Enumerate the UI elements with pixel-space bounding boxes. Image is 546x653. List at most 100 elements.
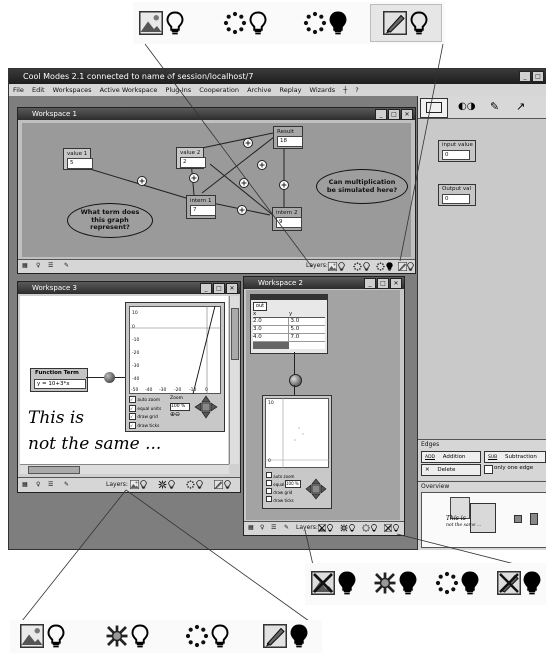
pen-icon[interactable] <box>384 524 392 532</box>
function-term-node[interactable]: Function Term y = 10+3*x <box>30 368 88 392</box>
bulb-off-icon[interactable] <box>196 480 203 489</box>
zoom-field[interactable]: 100 % <box>170 403 190 411</box>
note-icon[interactable]: ✎ <box>490 100 499 113</box>
menu-wizards[interactable]: Wizards <box>310 86 336 94</box>
pen-icon[interactable]: ✎ <box>64 479 69 491</box>
menu-active-workspace[interactable]: Active Workspace <box>100 86 158 94</box>
pan-control-icon[interactable] <box>305 478 327 500</box>
menu-cooperation[interactable]: Cooperation <box>199 86 239 94</box>
intern-2-node[interactable]: intern 2 9 <box>272 207 302 231</box>
bulb-off-icon[interactable] <box>327 524 333 532</box>
output-port[interactable] <box>289 374 302 387</box>
input-value-node[interactable]: input value 0 <box>438 140 476 162</box>
bulb-off-icon[interactable] <box>371 524 377 532</box>
bulb-icon[interactable]: ♀ <box>36 479 40 491</box>
scrollbar-thumb[interactable] <box>231 308 239 360</box>
output-value-node[interactable]: Output val 0 <box>438 184 476 206</box>
value-1-node[interactable]: value 1 5 <box>63 148 93 170</box>
intern-1-node[interactable]: intern 1 7 <box>186 195 216 219</box>
vertical-scrollbar[interactable] <box>229 296 239 464</box>
xs-icon[interactable] <box>158 480 167 489</box>
image-icon[interactable] <box>130 480 139 489</box>
workspace-3-canvas[interactable]: Function Term y = 10+3*x 10 0 -10 -20 -3… <box>20 296 228 464</box>
workspace-1-titlebar[interactable]: Workspace 1 _ □ ✕ <box>18 108 415 120</box>
equal-units-checkbox[interactable]: ✓ equal units <box>129 404 169 414</box>
subtraction-button[interactable]: SUB Subtraction <box>484 451 546 463</box>
bulb-icon[interactable]: ♀ <box>36 260 40 272</box>
maximize-button[interactable]: □ <box>388 109 400 120</box>
horizontal-scrollbar[interactable] <box>20 464 229 474</box>
maximize-button[interactable]: □ <box>213 283 225 294</box>
overview-canvas[interactable]: This is not the same ... <box>421 492 546 548</box>
overview-viewport[interactable] <box>470 503 496 533</box>
function-term-field[interactable]: y = 10+3*x <box>34 379 86 389</box>
bulb-off-icon[interactable] <box>393 524 399 532</box>
pen-icon[interactable] <box>398 262 407 271</box>
value-table[interactable]: out x y 2.0 3.0 3.0 5.0 4.0 7.0 <box>250 294 328 354</box>
table-row[interactable]: 4.0 7.0 <box>253 334 325 342</box>
close-button[interactable]: ✕ <box>401 109 413 120</box>
workspace-1-canvas[interactable]: value 1 5 value 2 2 Result 18 intern 1 7… <box>22 123 411 257</box>
workspace-2-canvas[interactable]: out x y 2.0 3.0 3.0 5.0 4.0 7.0 10 0 aut… <box>246 290 400 520</box>
pen-icon[interactable] <box>214 480 223 489</box>
question-bubble-multiplication[interactable]: Can multiplication be simulated here? <box>316 169 408 204</box>
draw-ticks-checkbox[interactable]: draw ticks <box>266 496 300 504</box>
bulb-off-icon[interactable] <box>140 480 147 489</box>
auto-zoom-checkbox[interactable]: auto zoom <box>266 472 300 480</box>
pen-icon[interactable]: ✎ <box>64 260 69 272</box>
table-plot-frame[interactable]: 10 0 auto zoom equal units draw grid dra… <box>262 395 332 509</box>
draw-grid-checkbox[interactable]: draw grid <box>266 488 300 496</box>
auto-zoom-checkbox[interactable]: ✓ auto zoom <box>129 396 169 405</box>
menu-workspaces[interactable]: Workspaces <box>53 86 92 94</box>
minimize-button[interactable]: _ <box>519 71 531 82</box>
minimize-button[interactable]: _ <box>375 109 387 120</box>
workspace-2-titlebar[interactable]: Workspace 2 _ □ ✕ <box>244 277 404 289</box>
bulb-icon[interactable]: ♀ <box>260 522 264 534</box>
image-icon[interactable] <box>328 262 337 271</box>
minimize-button[interactable]: _ <box>364 278 376 289</box>
graph-tool-icon[interactable] <box>426 102 442 113</box>
dots-icon[interactable] <box>376 262 385 271</box>
menu-archive[interactable]: Archive <box>247 86 271 94</box>
scrollbar-thumb[interactable] <box>28 466 80 474</box>
grid-icon[interactable]: ▦ <box>248 522 254 534</box>
dots-icon[interactable] <box>362 524 370 532</box>
question-bubble-term[interactable]: What term does this graph represent? <box>67 203 153 238</box>
maximize-button[interactable]: □ <box>532 71 544 82</box>
grid-icon[interactable]: ▦ <box>22 260 28 272</box>
bulb-off-icon[interactable] <box>338 262 345 271</box>
image-icon[interactable] <box>318 524 326 532</box>
grid-icon[interactable]: ▦ <box>22 479 28 491</box>
bulb-off-icon[interactable] <box>168 480 175 489</box>
table-row[interactable]: 3.0 5.0 <box>253 326 325 334</box>
list-icon[interactable]: ☰ <box>48 260 53 272</box>
dots-icon[interactable] <box>186 480 195 489</box>
zoom-in-icon[interactable]: ⊕⊖ <box>170 411 180 418</box>
close-button[interactable]: ✕ <box>390 278 402 289</box>
bulb-off-icon[interactable] <box>349 524 355 532</box>
menu-edit[interactable]: Edit <box>32 86 45 94</box>
dots-icon[interactable] <box>353 262 362 271</box>
menu-help[interactable]: ? <box>355 86 358 94</box>
output-port[interactable] <box>104 372 115 383</box>
minimize-button[interactable]: _ <box>200 283 212 294</box>
people-icon[interactable]: ◐◑ <box>458 101 475 112</box>
delete-edge-button[interactable]: ✕ Delete <box>421 464 481 476</box>
workspace-3-titlebar[interactable]: Workspace 3 _ □ ✕ <box>18 282 240 294</box>
result-node[interactable]: Result 18 <box>273 126 303 149</box>
table-tab-out[interactable]: out <box>253 302 267 311</box>
xs-icon[interactable] <box>340 524 348 532</box>
maximize-button[interactable]: □ <box>377 278 389 289</box>
close-button[interactable]: ✕ <box>226 283 238 294</box>
bulb-off-icon[interactable] <box>407 262 414 271</box>
menu-plugins[interactable]: Plug-Ins <box>165 86 191 94</box>
menu-file[interactable]: File <box>13 86 24 94</box>
bulb-off-icon[interactable] <box>363 262 370 271</box>
bulb-off-icon[interactable] <box>224 480 231 489</box>
pen-icon[interactable]: ✎ <box>284 522 289 534</box>
crosshair-icon[interactable]: ┼ <box>343 86 347 94</box>
table-row-empty[interactable] <box>253 342 325 349</box>
only-one-edge-checkbox[interactable] <box>484 465 493 474</box>
arrow-icon[interactable]: ↗ <box>516 100 525 113</box>
addition-button[interactable]: ADD Addition <box>421 451 481 463</box>
